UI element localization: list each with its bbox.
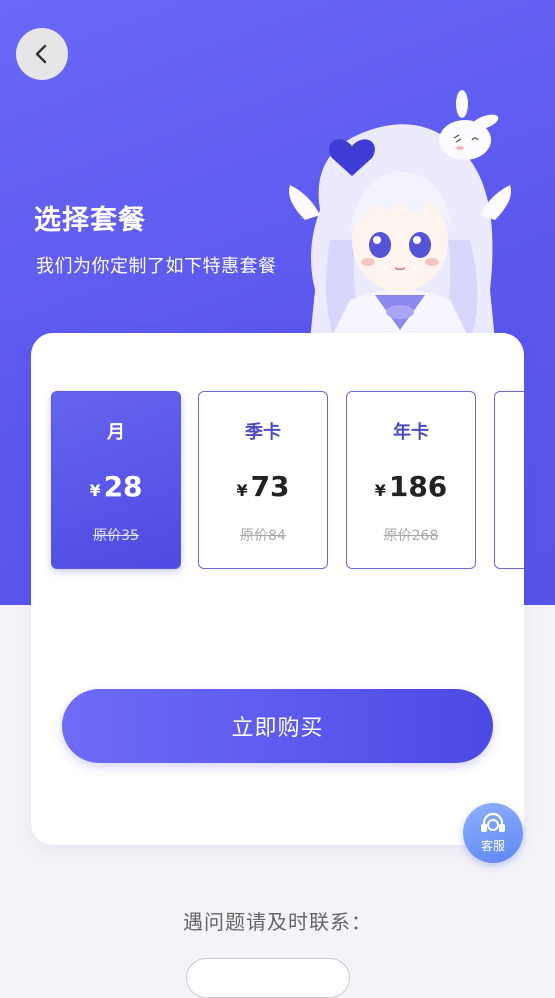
plan-option-yearly[interactable]: 年卡 ¥186 原价268: [346, 391, 476, 569]
contact-button[interactable]: [186, 958, 350, 998]
plan-card: 月 ¥28 原价35 季卡 ¥73 原价84 年卡 ¥186 原价268 立即购…: [31, 333, 524, 845]
customer-service-button[interactable]: 客服: [463, 803, 523, 863]
plan-price-value: 186: [388, 470, 448, 503]
plan-option-quarterly[interactable]: 季卡 ¥73 原价84: [198, 391, 328, 569]
page-title: 选择套餐: [34, 205, 146, 236]
plan-name: 月: [107, 422, 125, 443]
chevron-left-icon: [35, 44, 47, 64]
currency-symbol: ¥: [89, 481, 101, 500]
plan-original-price: 原价84: [240, 528, 286, 544]
plan-price: ¥28: [52, 470, 180, 503]
buy-now-button[interactable]: 立即购买: [62, 689, 493, 763]
plan-price: ¥186: [347, 470, 475, 503]
plan-price-value: 73: [250, 470, 290, 503]
plan-option-monthly[interactable]: 月 ¥28 原价35: [51, 391, 181, 569]
plan-name: 年卡: [393, 422, 429, 443]
plan-original-price: 原价35: [93, 528, 139, 544]
plan-option-more[interactable]: [494, 391, 524, 569]
plan-price-value: 28: [103, 470, 143, 503]
contact-label: 遇问题请及时联系：: [183, 910, 372, 934]
back-button[interactable]: [16, 28, 68, 80]
mascot-illustration: [289, 90, 511, 340]
plan-list[interactable]: 月 ¥28 原价35 季卡 ¥73 原价84 年卡 ¥186 原价268: [51, 391, 524, 571]
customer-service-label: 客服: [480, 839, 505, 853]
currency-symbol: ¥: [236, 481, 248, 500]
plan-price: ¥73: [199, 470, 327, 503]
currency-symbol: ¥: [374, 481, 386, 500]
page-subtitle: 我们为你定制了如下特惠套餐: [36, 256, 277, 277]
headset-icon: [481, 812, 505, 832]
plan-name: 季卡: [245, 422, 281, 443]
plan-original-price: 原价268: [383, 528, 439, 544]
